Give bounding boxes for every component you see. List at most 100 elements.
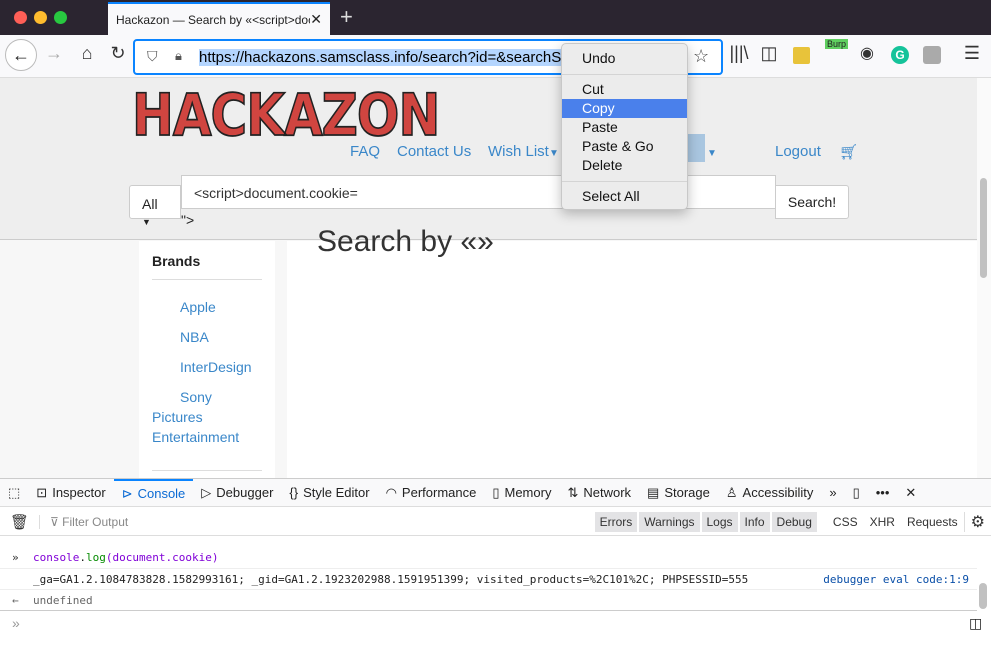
brand-sony[interactable]: Sony [180, 389, 212, 405]
tab-storage[interactable]: ▤ Storage [639, 479, 718, 507]
cookie-output: _ga=GA1.2.1084783828.1582993161; _gid=GA… [33, 573, 749, 586]
nav-contact-us[interactable]: Contact Us [397, 143, 471, 160]
console-icon: ⊳ [121, 485, 133, 501]
close-devtools-icon[interactable]: ✕ [897, 479, 924, 507]
source-link[interactable]: debugger eval code:1:9 [823, 569, 969, 590]
sidebar-icon[interactable]: ◫ [755, 43, 783, 64]
bookmark-star-icon[interactable]: ☆ [693, 46, 709, 67]
console-input-line: » console.log(document.cookie) [0, 547, 977, 569]
more-tabs-icon[interactable]: » [821, 479, 844, 507]
extension-icon[interactable] [923, 46, 941, 64]
maximize-window-button[interactable] [54, 11, 67, 24]
brand-nba[interactable]: NBA [180, 329, 209, 345]
menu-undo[interactable]: Undo [562, 49, 687, 68]
nav-wish-list[interactable]: Wish List [488, 143, 549, 160]
filter-info[interactable]: Info [739, 511, 770, 532]
brands-title: Brands [152, 253, 201, 269]
console-scrollbar[interactable] [979, 583, 987, 609]
caret-down-icon: ▼ [142, 217, 151, 227]
avatar[interactable] [686, 134, 705, 162]
tab-label: Performance [401, 485, 477, 500]
forward-icon[interactable]: → [40, 43, 68, 64]
nav-faq[interactable]: FAQ [350, 143, 380, 160]
gauge-icon: ◠ [385, 484, 397, 500]
element-picker-icon[interactable]: ⬚ [0, 479, 28, 507]
home-icon[interactable]: ⌂ [73, 43, 101, 64]
context-menu: Undo Cut Copy Paste Paste & Go Delete Se… [561, 43, 688, 210]
menu-cut[interactable]: Cut [562, 80, 687, 99]
tab-style-editor[interactable]: {} Style Editor [281, 479, 377, 507]
debugger-icon: ▷ [201, 484, 212, 500]
menu-copy[interactable]: Copy [562, 99, 687, 118]
devtools-panel: ⬚ ⊡ Inspector ⊳ Console ▷ Debugger {} Style … [0, 478, 991, 655]
menu-icon[interactable]: ☰ [958, 43, 986, 64]
filter-logs[interactable]: Logs [701, 511, 738, 532]
braces-icon: {} [289, 485, 299, 500]
inspector-icon: ⊡ [36, 484, 48, 500]
grammarly-icon[interactable]: G [891, 46, 909, 64]
tab-label: Memory [504, 485, 552, 500]
console-output-line: _ga=GA1.2.1084783828.1582993161; _gid=GA… [0, 569, 977, 590]
tab-title: Hackazon — Search by «<script>document.c… [116, 12, 311, 27]
menu-paste-and-go[interactable]: Paste & Go [562, 137, 687, 156]
back-icon[interactable]: ← [5, 39, 37, 71]
caret-down-icon[interactable]: ▼ [707, 148, 717, 159]
tab-debugger[interactable]: ▷ Debugger [193, 479, 281, 507]
brand-apple[interactable]: Apple [180, 299, 216, 315]
brand-interdesign[interactable]: InterDesign [180, 359, 252, 375]
library-icon[interactable]: |||\ [725, 43, 753, 64]
code-token: log [85, 551, 106, 564]
filter-errors[interactable]: Errors [594, 511, 638, 532]
extension-icon[interactable] [793, 47, 810, 64]
page-scrollbar[interactable] [977, 78, 991, 478]
code-token: (document.cookie) [105, 551, 219, 564]
cart-icon[interactable]: 🛒︎ [839, 143, 858, 161]
tab-inspector[interactable]: ⊡ Inspector [28, 479, 113, 507]
split-console-icon[interactable]: ◫ [969, 615, 982, 632]
site-logo[interactable]: HACKAZON [131, 81, 441, 149]
menu-paste[interactable]: Paste [562, 118, 687, 137]
tab-accessibility[interactable]: ♙ Accessibility [718, 479, 821, 507]
page-heading: Search by «» [317, 225, 494, 258]
nav-logout[interactable]: Logout [775, 143, 821, 160]
tab-label: Inspector [52, 485, 106, 500]
search-button[interactable]: Search! [775, 185, 849, 219]
network-icon: ⇅ [567, 484, 579, 500]
browser-tab[interactable]: Hackazon — Search by «<script>document.c… [108, 2, 330, 35]
new-tab-icon[interactable]: + [340, 4, 353, 30]
tab-performance[interactable]: ◠ Performance [378, 479, 485, 507]
brand-sony-cont[interactable]: Pictures [152, 409, 203, 425]
trash-icon[interactable]: 🗑︎ [0, 513, 39, 531]
close-tab-icon[interactable]: ✕ [310, 11, 322, 28]
tab-label: Storage [664, 485, 710, 500]
responsive-mode-icon[interactable]: ▯ [845, 479, 868, 507]
tab-console[interactable]: ⊳ Console [113, 478, 194, 507]
menu-delete[interactable]: Delete [562, 156, 687, 175]
shield-icon[interactable]: ⛉ [147, 48, 158, 65]
filter-output-input[interactable]: ⊽ Filter Output [39, 514, 595, 529]
close-window-button[interactable] [14, 11, 27, 24]
divider [152, 279, 262, 280]
filter-xhr[interactable]: XHR [864, 512, 901, 532]
lock-icon[interactable]: 🔒︎ [175, 48, 182, 64]
settings-gear-icon[interactable]: ⚙ [963, 511, 991, 532]
divider [152, 470, 262, 471]
account-icon[interactable]: ◉ [853, 43, 881, 63]
tab-label: Accessibility [742, 485, 814, 500]
url-text[interactable]: https://hackazons.samsclass.info/search?… [199, 49, 571, 66]
filter-warnings[interactable]: Warnings [639, 511, 700, 532]
minimize-window-button[interactable] [34, 11, 47, 24]
tab-memory[interactable]: ▯ Memory [484, 479, 559, 507]
reload-icon[interactable]: ↻ [104, 43, 132, 64]
menu-select-all[interactable]: Select All [562, 187, 687, 206]
more-options-icon[interactable]: ••• [868, 479, 898, 507]
console-input[interactable] [33, 613, 933, 635]
filter-css[interactable]: CSS [827, 512, 864, 532]
tab-network[interactable]: ⇅ Network [559, 479, 639, 507]
burp-extension-icon[interactable]: Burp [825, 39, 849, 49]
filter-debug[interactable]: Debug [771, 511, 817, 532]
filter-requests[interactable]: Requests [901, 512, 964, 532]
brand-sony-cont[interactable]: Entertainment [152, 429, 239, 445]
memory-icon: ▯ [492, 484, 500, 500]
category-select[interactable]: All ▼ [129, 185, 181, 227]
